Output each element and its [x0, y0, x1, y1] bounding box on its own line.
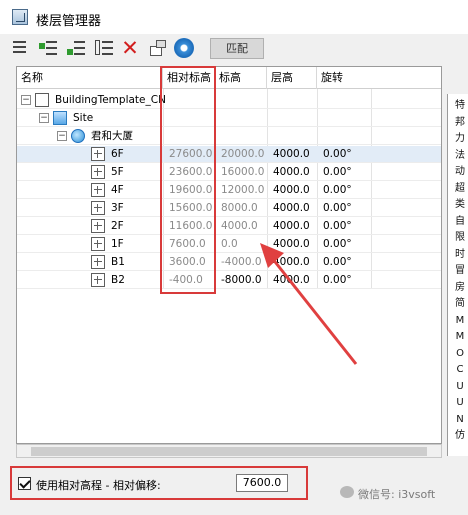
relative-elevation-option: 使用相对高程 - 相对偏移: 7600.0: [10, 466, 308, 500]
watermark: 微信号: i3vsoft: [358, 488, 436, 501]
wechat-icon: [340, 486, 354, 498]
relative-offset-input[interactable]: 7600.0: [236, 474, 288, 492]
use-relative-elevation-checkbox[interactable]: [18, 477, 31, 490]
annotation-arrow: [260, 243, 358, 365]
relative-elevation-label: 使用相对高程 - 相对偏移:: [36, 479, 161, 492]
